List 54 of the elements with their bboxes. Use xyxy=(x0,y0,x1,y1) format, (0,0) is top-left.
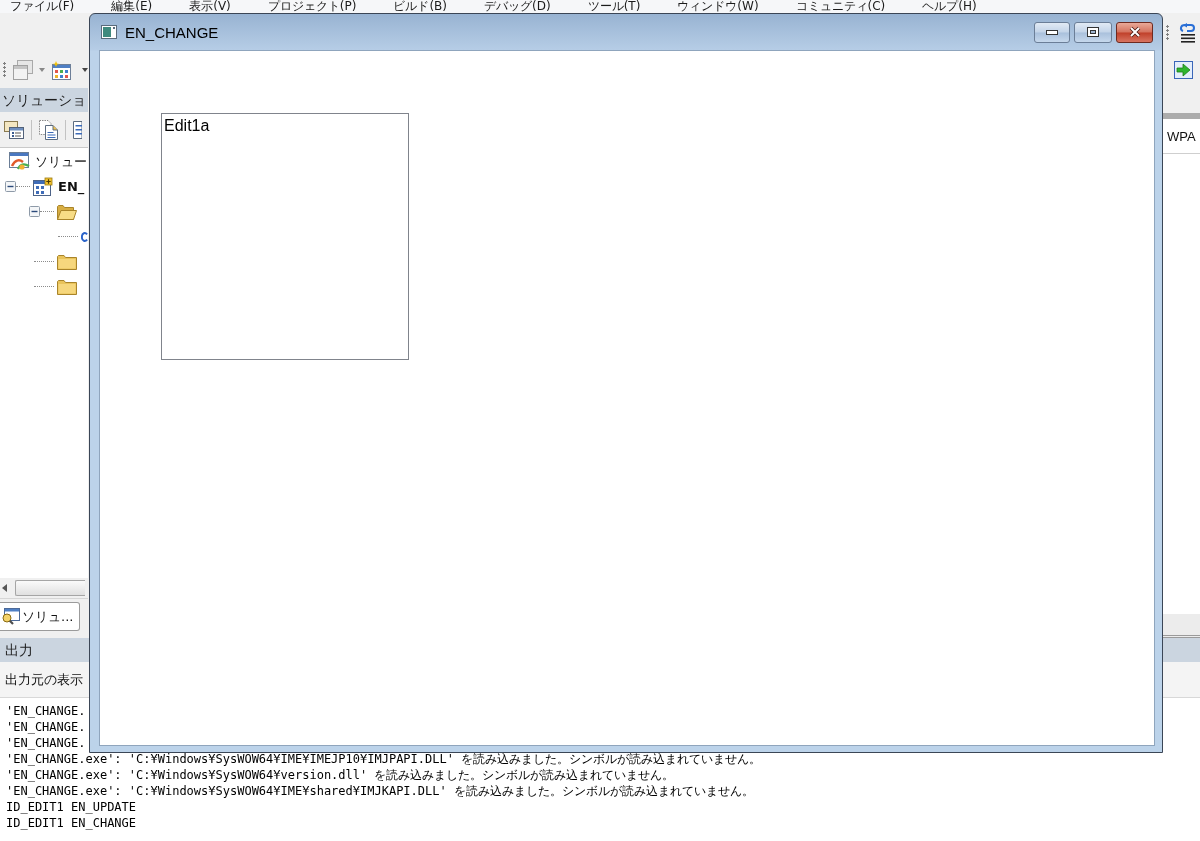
window-title: EN_CHANGE xyxy=(125,23,219,41)
output-line: ID_EDIT1 EN_CHANGE xyxy=(6,815,137,831)
output-line: 'EN_CHANGE.exe': 'C:¥Windows¥SysWOW64¥IME¥shared¥IMJKAPI.DLL' を読み込みました。シンボルが読み込まれていません。 xyxy=(6,783,754,799)
collapse-icon[interactable] xyxy=(5,181,16,192)
menu-item[interactable]: ウィンドウ(W) xyxy=(677,0,759,13)
menu-item[interactable]: デバッグ(D) xyxy=(484,0,551,13)
app-window-icon xyxy=(101,25,117,39)
output-line: 'EN_CHANGE. xyxy=(6,703,86,719)
menu-item[interactable]: ツール(T) xyxy=(587,0,641,13)
maximize-button[interactable] xyxy=(1074,21,1112,43)
toolbar-grip[interactable] xyxy=(3,62,6,78)
menu-item[interactable]: ファイル(F) xyxy=(10,0,75,13)
minimize-button[interactable] xyxy=(1034,21,1070,43)
menu-item[interactable]: 表示(V) xyxy=(189,0,231,13)
panel-footer xyxy=(1163,614,1200,638)
source-label: 出力元の表示 xyxy=(5,670,83,689)
document-icon[interactable] xyxy=(73,120,82,139)
window-icon xyxy=(13,60,33,80)
arrow-right-icon[interactable] xyxy=(1174,61,1193,79)
project-icon xyxy=(33,177,53,196)
edit-field[interactable]: Edit1a xyxy=(161,113,409,360)
grid-icon xyxy=(52,60,71,80)
menu-item[interactable]: 編集(E) xyxy=(111,0,153,13)
tree-item[interactable]: EN_ xyxy=(58,179,85,194)
properties-icon[interactable] xyxy=(4,120,24,139)
files-icon[interactable] xyxy=(39,119,58,140)
collapse-icon[interactable] xyxy=(29,206,40,217)
output-line: 'EN_CHANGE. xyxy=(6,719,86,735)
curved-arrow-lines-icon[interactable] xyxy=(1178,22,1196,43)
menu-item[interactable]: プロジェクト(P) xyxy=(267,0,357,13)
output-line: 'EN_CHANGE.exe': 'C:¥Windows¥SysWOW64¥version.dll' を読み込みました。シンボルが読み込まれていません。 xyxy=(6,767,675,783)
output-line: 'EN_CHANGE. xyxy=(6,735,86,751)
toolbar-grip[interactable] xyxy=(1166,24,1169,41)
output-line: 'EN_CHANGE.exe': 'C:¥Windows¥SysWOW64¥IME¥IMEJP10¥IMJPAPI.DLL' を読み込みました。シンボルが読み込まれていません。 xyxy=(6,751,762,767)
menu-item[interactable]: ヘルプ(H) xyxy=(922,0,977,13)
tree-item[interactable]: ソリュー xyxy=(35,152,87,171)
scroll-left-icon[interactable] xyxy=(2,584,7,592)
file-icon xyxy=(81,229,88,244)
scrollbar-thumb[interactable] xyxy=(15,580,85,596)
menu-item[interactable]: ビルド(B) xyxy=(393,0,447,13)
close-button[interactable] xyxy=(1116,21,1153,43)
document-tab[interactable]: WPA xyxy=(1163,119,1200,154)
solution-icon xyxy=(9,152,30,171)
panel-header: ソリューショ xyxy=(0,88,88,112)
caret-icon xyxy=(39,68,45,72)
minimize-icon xyxy=(1046,29,1058,35)
maximize-icon xyxy=(1087,27,1099,37)
caret-icon xyxy=(82,68,88,72)
menu-item[interactable]: コミュニティ(C) xyxy=(795,0,886,13)
close-icon xyxy=(1127,26,1142,38)
horizontal-scrollbar[interactable] xyxy=(0,578,88,598)
magnifier-window-icon xyxy=(0,607,20,626)
output-line: ID_EDIT1 EN_UPDATE xyxy=(6,799,137,815)
panel-tab[interactable]: ソリュ... xyxy=(0,602,81,631)
